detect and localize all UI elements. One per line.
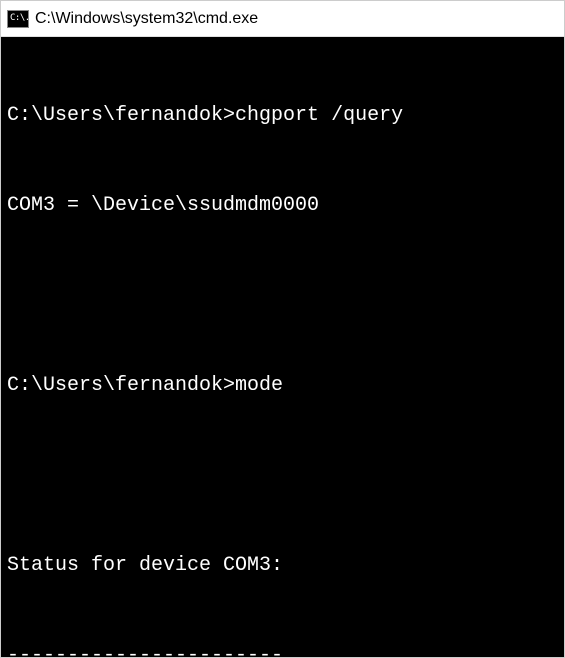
titlebar[interactable]: C:\. C:\Windows\system32\cmd.exe <box>1 1 564 37</box>
cmd-icon: C:\. <box>7 10 29 28</box>
prompt: C:\Users\fernandok> <box>7 374 235 397</box>
blank-line <box>7 281 558 311</box>
cmd-window: C:\. C:\Windows\system32\cmd.exe C:\User… <box>0 0 565 658</box>
prompt: C:\Users\fernandok> <box>7 104 235 127</box>
window-title: C:\Windows\system32\cmd.exe <box>35 10 258 28</box>
status-header: Status for device COM3: <box>7 551 558 581</box>
terminal-output[interactable]: C:\Users\fernandok>chgport /query COM3 =… <box>1 37 564 657</box>
divider-line: ----------------------- <box>7 641 558 657</box>
command-line-1: C:\Users\fernandok>chgport /query <box>7 101 558 131</box>
cmd-icon-text: C:\. <box>10 14 30 23</box>
command-text: mode <box>235 374 283 397</box>
command-line-2: C:\Users\fernandok>mode <box>7 371 558 401</box>
command-text: chgport /query <box>235 104 403 127</box>
blank-line <box>7 461 558 491</box>
output-line: COM3 = \Device\ssudmdm0000 <box>7 191 558 221</box>
